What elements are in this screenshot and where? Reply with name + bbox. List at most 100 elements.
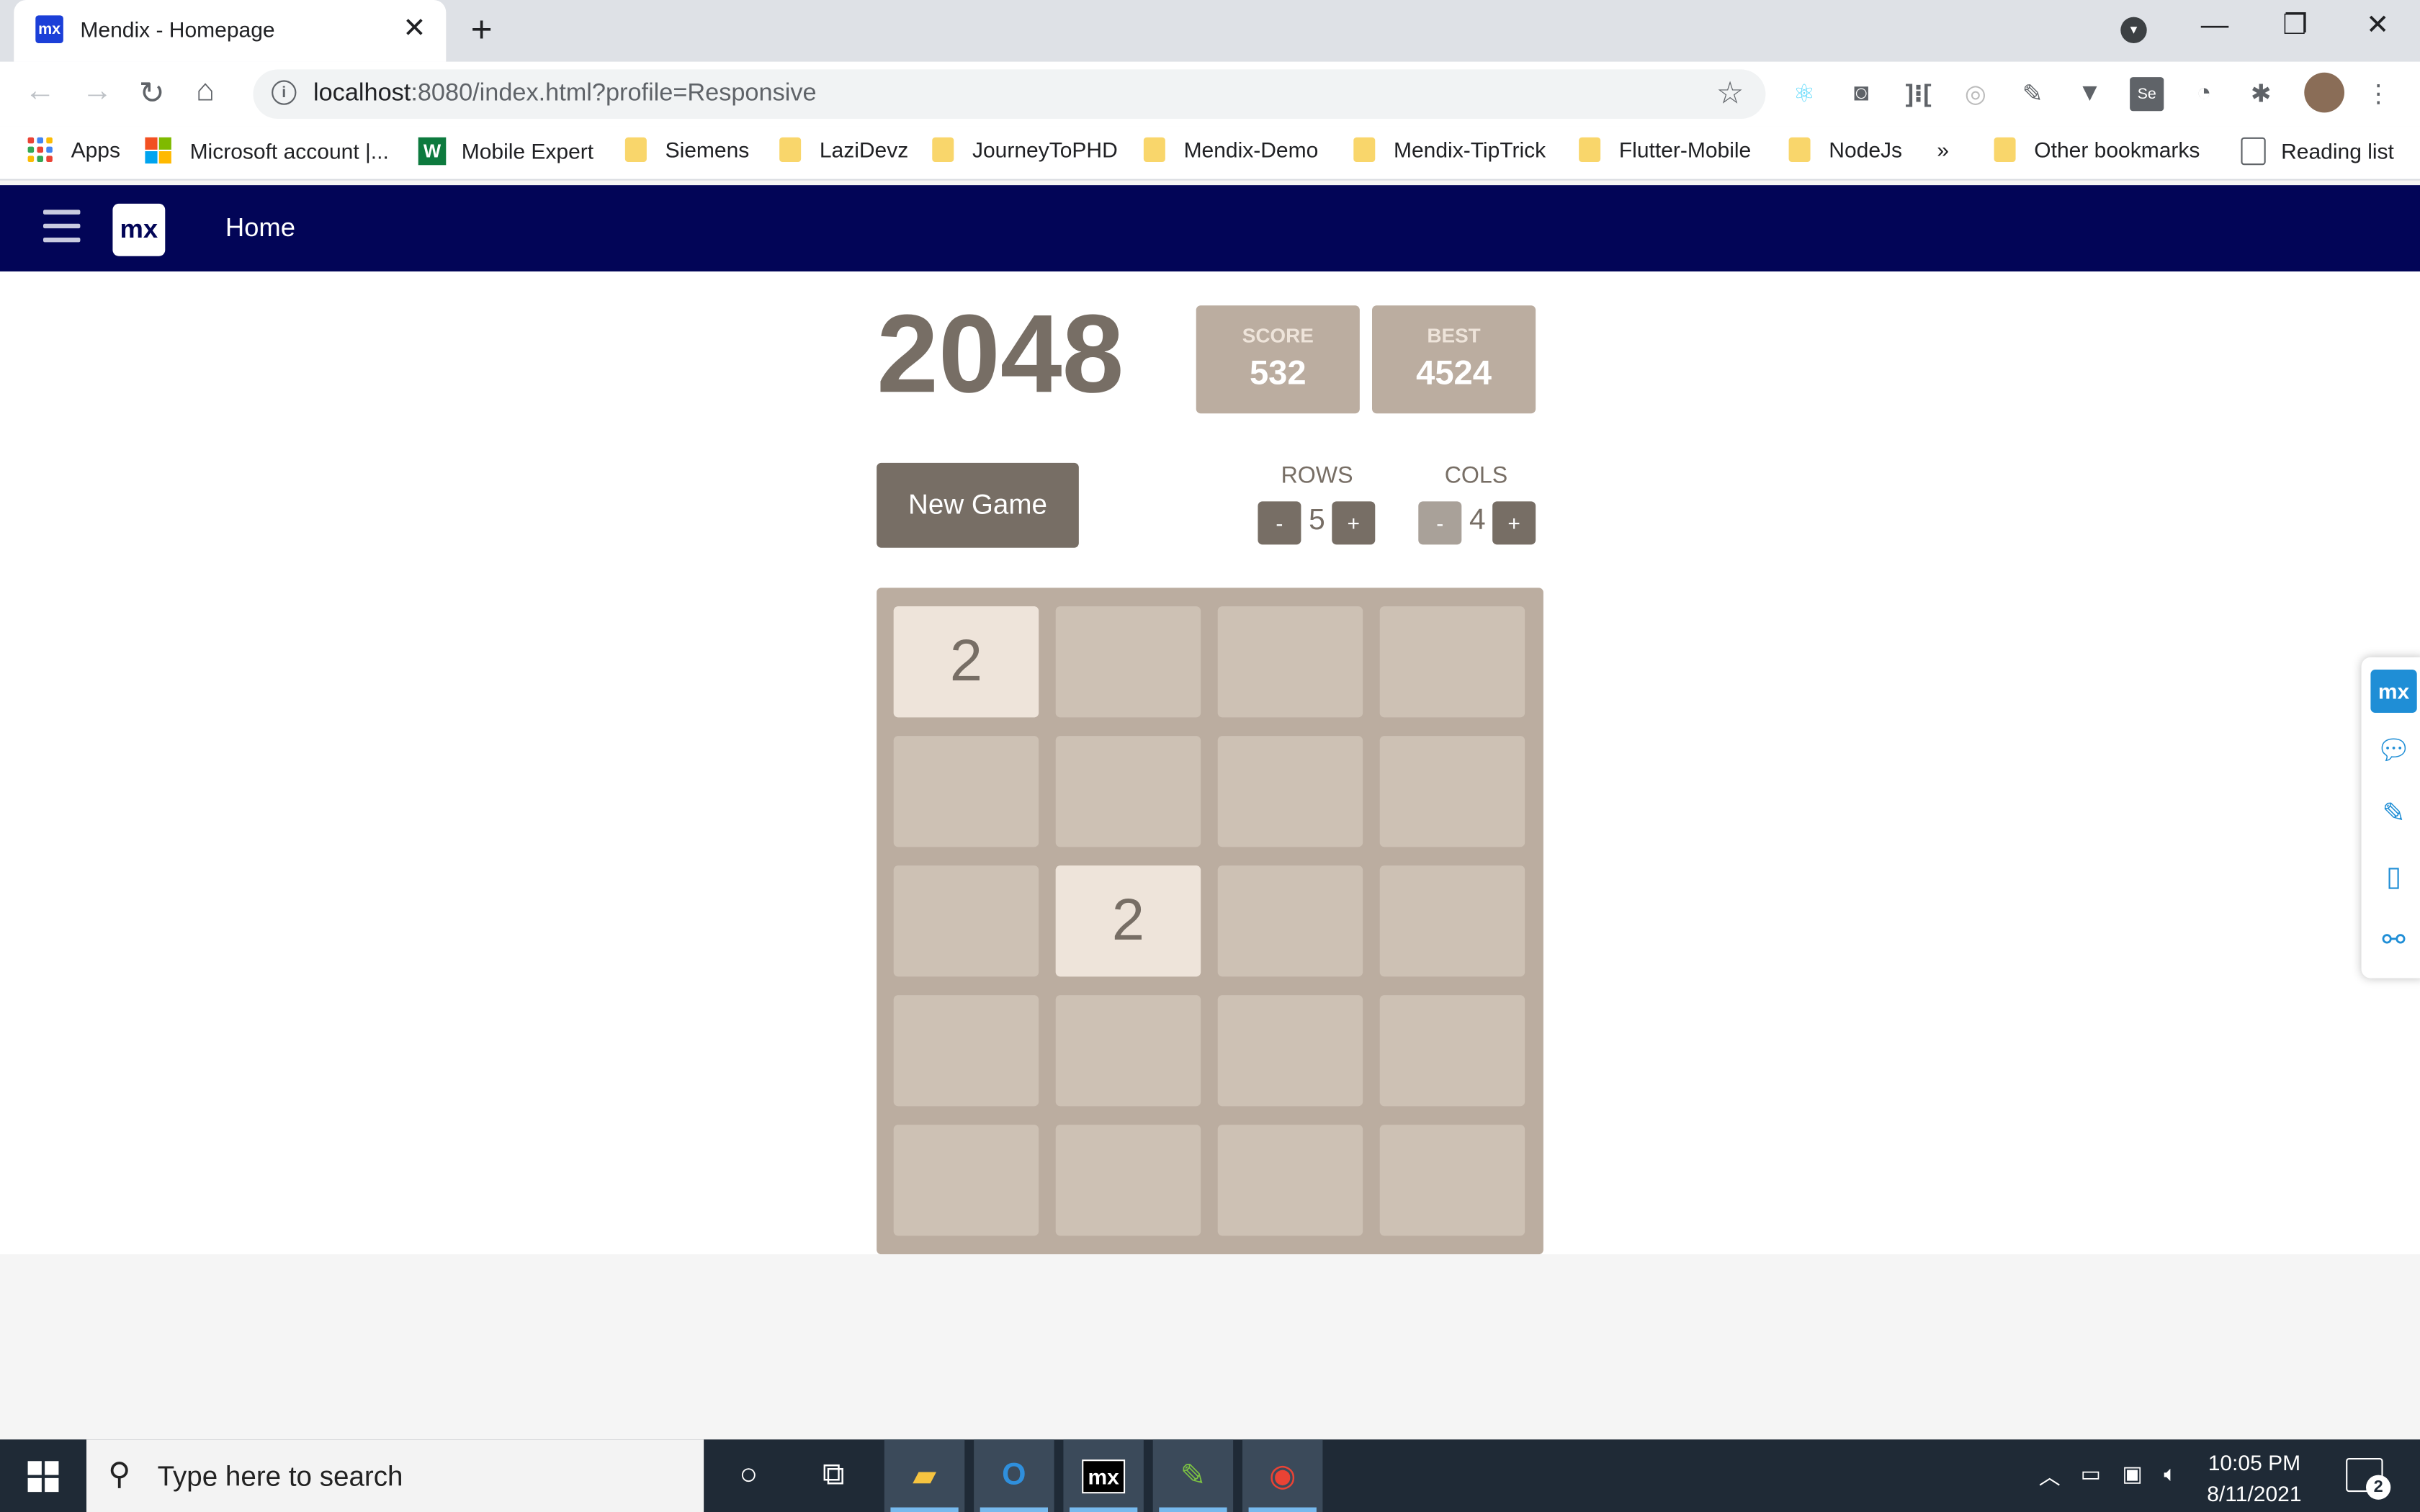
rows-increment-button[interactable]: + (1332, 501, 1376, 545)
cols-decrement-button[interactable]: - (1418, 501, 1462, 545)
battery-icon[interactable]: ▭ (2081, 1461, 2101, 1487)
power-extension-icon[interactable]: ◔ (2187, 77, 2220, 111)
bookmark-label: Apps (71, 137, 120, 162)
vuejs-icon[interactable]: ▼ (2073, 77, 2107, 111)
chat-icon[interactable]: 💬︎ (2375, 732, 2412, 768)
chrome-menu-icon[interactable]: ⋮ (2362, 77, 2396, 111)
windows-start-icon[interactable] (27, 1461, 59, 1493)
react-devtools-icon[interactable]: ⚛ (1787, 77, 1821, 111)
network-icon[interactable]: ▣ (2122, 1461, 2142, 1487)
chrome-icon[interactable]: ◉ (1242, 1439, 1323, 1512)
forward-icon[interactable]: → (82, 74, 113, 109)
game-title: 2048 (877, 293, 1124, 417)
bookmark-folder-mendix-demo[interactable]: Mendix-Demo (1143, 137, 1318, 162)
tab-title: Mendix - Homepage (80, 17, 275, 42)
app-header: mx Home (0, 185, 2420, 272)
nav-home-link[interactable]: Home (225, 213, 295, 244)
board-cell (1379, 1125, 1525, 1236)
reload-icon[interactable]: ↻ (139, 74, 165, 113)
restore-icon[interactable]: ❐ (2282, 9, 2308, 42)
taskbar-search-box[interactable]: ⚲ Type here to search (86, 1439, 704, 1512)
bookmark-mobile-expert[interactable]: W Mobile Expert (418, 137, 594, 166)
site-info-icon[interactable]: i (272, 80, 297, 105)
bookmark-apps[interactable]: Apps (27, 137, 120, 162)
file-explorer-icon[interactable]: ▰ (884, 1439, 965, 1512)
window-close-icon[interactable]: ✕ (2366, 9, 2389, 42)
board-cell (893, 995, 1039, 1107)
bookmarks-overflow-button[interactable]: » (1937, 138, 1949, 162)
windows-taskbar: ⚲ Type here to search ○ ⧉ ▰ O mx ✎ ◉ ︿ ▭… (0, 1439, 2420, 1512)
mendix-studio-icon[interactable]: mx (1063, 1439, 1144, 1512)
notepad-plus-plus-icon[interactable]: ✎ (1152, 1439, 1234, 1512)
bookmark-folder-journeytophd[interactable]: JourneyToPHD (932, 137, 1118, 162)
bookmark-folder-nodejs[interactable]: NodeJs (1788, 137, 1902, 162)
task-view-icon[interactable]: ⧉ (793, 1439, 873, 1512)
url-text[interactable]: localhost:8080/index.html?profile=Respon… (313, 80, 817, 108)
address-bar[interactable]: i localhost:8080/index.html?profile=Resp… (253, 69, 1766, 119)
volume-icon[interactable]: 🔈︎ (2164, 1461, 2177, 1487)
bookmark-label: LaziDevz (819, 137, 909, 162)
bookmark-folder-siemens[interactable]: Siemens (624, 137, 749, 162)
bookmark-microsoft-account[interactable]: Microsoft account |... (145, 137, 389, 164)
apps-grid-icon (27, 137, 53, 162)
bookmark-label: Reading list (2281, 138, 2394, 164)
new-game-button[interactable]: New Game (877, 462, 1079, 548)
folder-icon (1788, 137, 1811, 162)
minimize-icon[interactable]: — (2201, 9, 2229, 42)
share-icon[interactable]: ⚯ (2375, 921, 2412, 958)
mendix-panel-logo[interactable]: mx (2370, 670, 2417, 713)
tile-2: 2 (1055, 865, 1201, 977)
best-value: 4524 (1416, 353, 1492, 392)
tray-chevron-icon[interactable]: ︿ (2039, 1461, 2061, 1492)
profile-avatar[interactable] (2304, 72, 2344, 113)
rows-value: 5 (1309, 504, 1325, 537)
cortana-icon[interactable]: ○ (709, 1439, 789, 1512)
taskbar-search-placeholder: Type here to search (157, 1461, 403, 1493)
bookmark-star-icon[interactable]: ☆ (1716, 74, 1744, 113)
board-cell (1379, 606, 1525, 718)
bookmark-label: JourneyToPHD (972, 137, 1118, 162)
bookmark-folder-lazidevz[interactable]: LaziDevz (779, 137, 909, 162)
bookmarks-bar: Apps Microsoft account |... W Mobile Exp… (0, 126, 2420, 181)
new-tab-button[interactable]: + (471, 9, 493, 53)
back-icon[interactable]: ← (24, 74, 55, 109)
extensions-puzzle-icon[interactable]: ✱ (2244, 77, 2278, 111)
tab-close-icon[interactable]: ✕ (403, 12, 426, 45)
camera-icon[interactable]: ◙ (1845, 77, 1878, 111)
tab-search-icon[interactable]: ▾ (2120, 17, 2147, 44)
board-cell (1055, 606, 1201, 718)
folder-icon (1143, 137, 1165, 162)
game-board[interactable]: 22 (877, 588, 1543, 1255)
mobile-icon[interactable]: ▯ (2375, 858, 2412, 894)
rows-label: ROWS (1281, 462, 1353, 490)
folder-icon (1994, 137, 2016, 162)
cols-increment-button[interactable]: + (1492, 501, 1536, 545)
folder-icon (779, 137, 802, 162)
browser-tab[interactable]: mx Mendix - Homepage ✕ (14, 0, 447, 62)
target-extension-icon[interactable]: ◎ (1958, 77, 1992, 111)
pencil-icon[interactable]: ✎ (2375, 795, 2412, 832)
board-cell (1379, 736, 1525, 847)
eyedropper-icon[interactable]: ✎ (2016, 77, 2050, 111)
selenium-icon[interactable]: Se (2130, 77, 2164, 112)
bookmark-label: Mobile Expert (461, 138, 594, 164)
score-label: SCORE (1242, 324, 1314, 348)
hamburger-menu-icon[interactable] (43, 210, 81, 243)
bookmark-folder-other[interactable]: Other bookmarks (1994, 137, 2200, 162)
notification-count-badge: 2 (2366, 1475, 2391, 1500)
home-icon[interactable]: ⌂ (196, 74, 215, 109)
bookmark-folder-mendix-tiptrick[interactable]: Mendix-TipTrick (1353, 137, 1546, 162)
reading-list-button[interactable]: Reading list (2241, 137, 2394, 166)
rows-decrement-button[interactable]: - (1258, 501, 1301, 545)
taskbar-clock[interactable]: 10:05 PM 8/11/2021 (2207, 1447, 2301, 1509)
board-cell (1055, 1125, 1201, 1236)
bracket-extension-icon[interactable]: ]⁝[ (1901, 77, 1935, 111)
folder-icon (1579, 137, 1601, 162)
board-cell (1217, 995, 1363, 1107)
bookmark-folder-flutter-mobile[interactable]: Flutter-Mobile (1579, 137, 1751, 162)
cols-value: 4 (1469, 504, 1486, 537)
outlook-icon[interactable]: O (974, 1439, 1054, 1512)
mendix-logo[interactable]: mx (112, 203, 166, 256)
mendix-side-panel: mx 💬︎ ✎ ▯ ⚯ (2361, 657, 2420, 978)
score-box: SCORE 532 (1196, 305, 1360, 414)
